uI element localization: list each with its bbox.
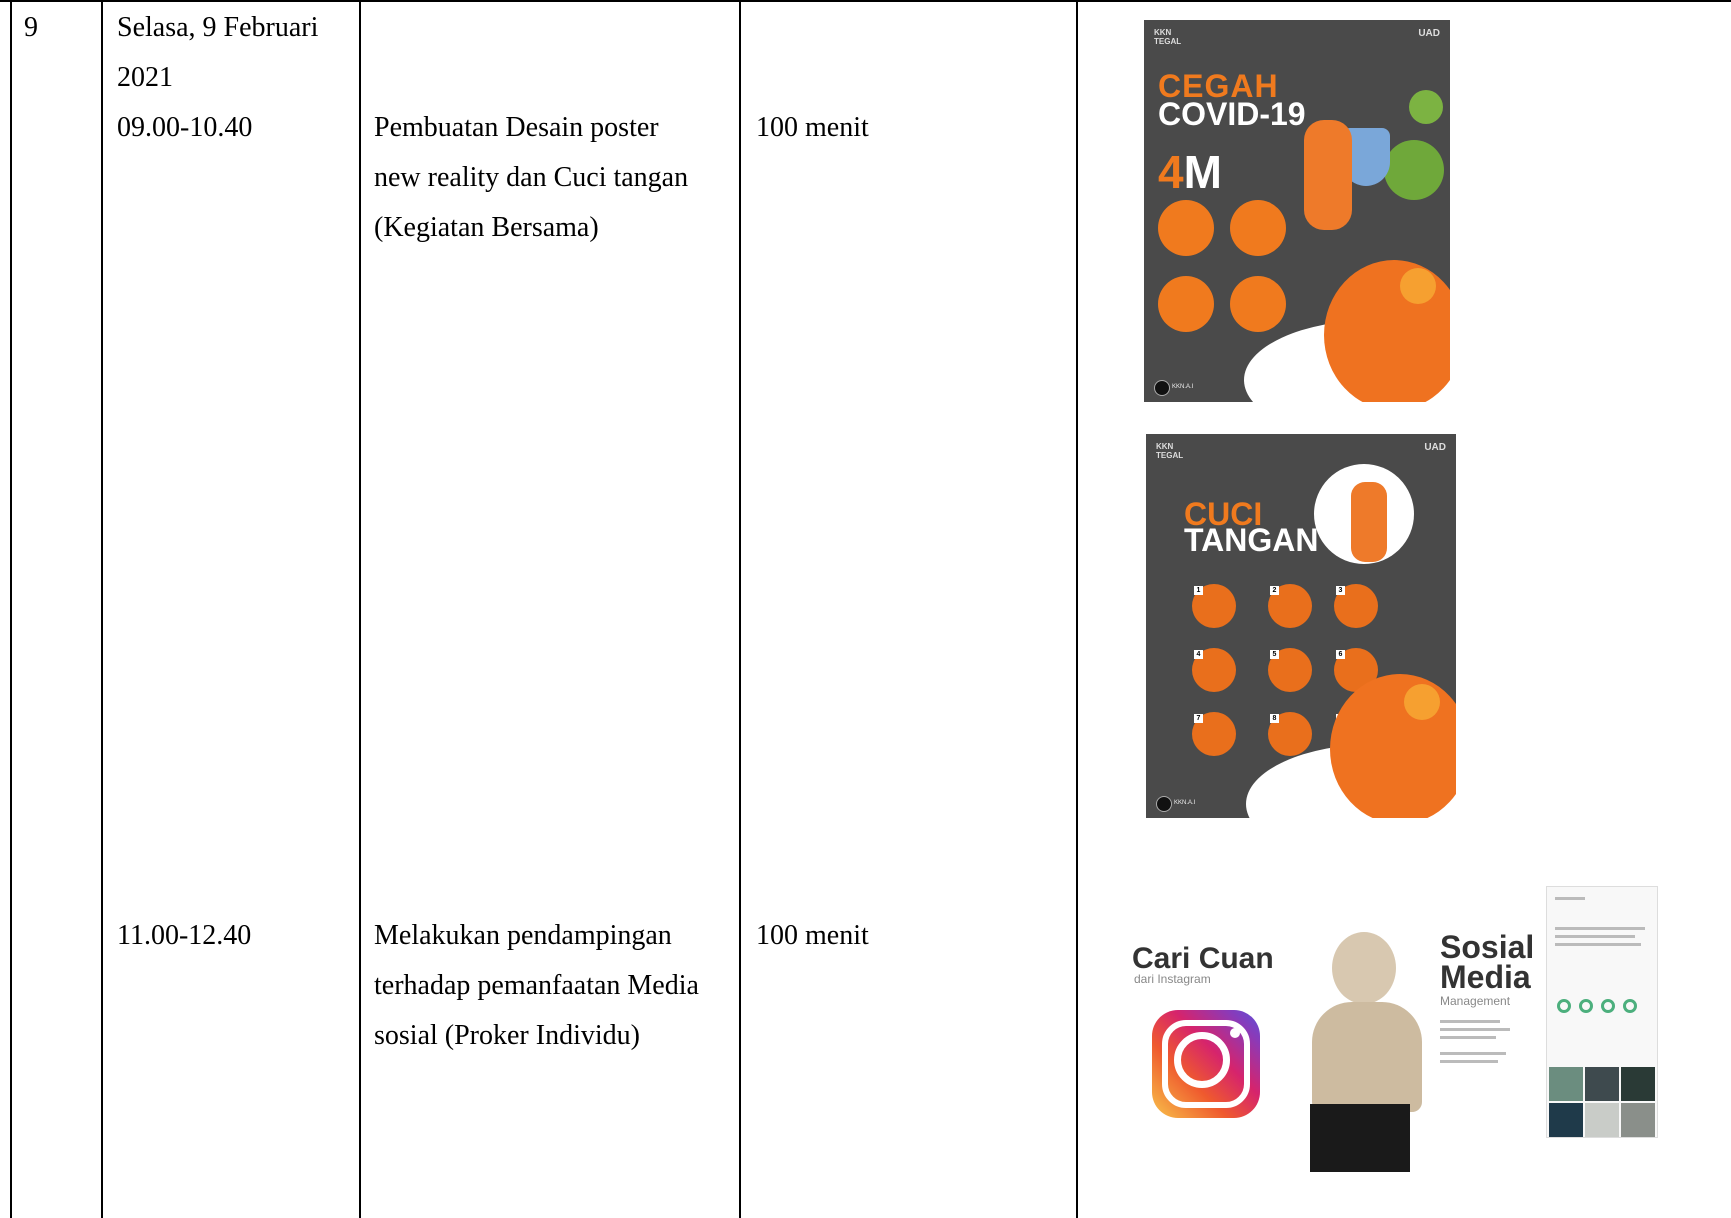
- row-number: 9: [24, 12, 38, 43]
- person-washing-illustration: [1351, 482, 1387, 562]
- phone-text-line: [1555, 935, 1635, 938]
- table-border-col3: [359, 0, 361, 1218]
- session2-time: 11.00-12.40: [117, 920, 252, 951]
- instagram-logo-icon: [1152, 1010, 1260, 1118]
- avoid-crowd-icon: [1230, 276, 1286, 332]
- phone-text-line: [1555, 943, 1641, 946]
- person-skirt: [1310, 1104, 1410, 1172]
- session1-activity-line3: (Kegiatan Bersama): [374, 212, 599, 243]
- poster2-uad: UAD: [1424, 442, 1446, 453]
- story-highlight-icon: [1623, 999, 1637, 1013]
- feed-tile: [1585, 1103, 1619, 1137]
- person-illustration: [1304, 120, 1352, 230]
- kkn-logo-icon: [1156, 796, 1172, 812]
- story-highlight-icon: [1579, 999, 1593, 1013]
- feed-tile: [1621, 1103, 1655, 1137]
- phone-text-line: [1555, 927, 1645, 930]
- session1-activity-line1: Pembuatan Desain poster: [374, 112, 659, 143]
- session2-activity-line3: sosial (Proker Individu): [374, 1020, 640, 1051]
- poster3-title2-line1: Sosial: [1440, 929, 1535, 965]
- session1-duration: 100 menit: [756, 112, 869, 143]
- table-border-col4: [739, 0, 741, 1218]
- person-head: [1332, 932, 1396, 1004]
- poster3-title2-line2: Media: [1440, 959, 1531, 995]
- mask-icon: [1158, 200, 1214, 256]
- feed-tile: [1621, 1067, 1655, 1101]
- step-1-icon: 1: [1192, 584, 1236, 628]
- step-3-icon: 3: [1334, 584, 1378, 628]
- kkn-logo-icon: [1154, 380, 1170, 396]
- poster1-title-line2: COVID-19: [1158, 96, 1306, 132]
- poster-cuci-tangan: KKN TEGAL UAD CUCI TANGAN 1 2 3 4 5 6 7 …: [1146, 434, 1456, 818]
- text-placeholder: [1440, 1052, 1506, 1055]
- table-border-col2: [101, 0, 103, 1218]
- feed-tile: [1549, 1067, 1583, 1101]
- poster1-logo-text: KKN.A.I: [1172, 384, 1194, 390]
- session1-time: 09.00-10.40: [117, 112, 253, 143]
- session2-activity-line1: Melakukan pendampingan: [374, 920, 672, 951]
- orange-dot: [1404, 684, 1440, 720]
- virus-illustration: [1384, 140, 1444, 200]
- instagram-lens: [1174, 1032, 1230, 1088]
- session2-duration: 100 menit: [756, 920, 869, 951]
- poster1-uad: UAD: [1418, 28, 1440, 39]
- feed-tile: [1585, 1067, 1619, 1101]
- person-body: [1312, 1002, 1422, 1112]
- poster2-title-line2: TANGAN: [1184, 522, 1319, 558]
- text-placeholder: [1440, 1036, 1496, 1039]
- orange-dot: [1400, 268, 1436, 304]
- text-placeholder: [1440, 1028, 1510, 1031]
- poster3-title2: Sosial Media: [1440, 929, 1535, 995]
- story-highlight-icon: [1601, 999, 1615, 1013]
- step-5-icon: 5: [1268, 648, 1312, 692]
- poster-cegah-covid: KKN TEGAL UAD CEGAH COVID-19 4M KKN.A.I: [1144, 20, 1450, 402]
- step-4-icon: 4: [1192, 648, 1236, 692]
- date-line2: 2021: [117, 62, 173, 93]
- poster3-title2-sub: Management: [1440, 994, 1511, 1008]
- poster1-org: KKN TEGAL: [1154, 28, 1182, 46]
- instagram-flash: [1230, 1028, 1240, 1038]
- step-2-icon: 2: [1268, 584, 1312, 628]
- table-border-left: [10, 0, 12, 1218]
- step-7-icon: 7: [1192, 712, 1236, 756]
- poster3-title1: Cari Cuan: [1132, 942, 1274, 975]
- poster2-logo-text: KKN.A.I: [1174, 800, 1196, 806]
- phone-mockup: [1546, 886, 1658, 1138]
- poster1-4: 4: [1158, 146, 1184, 198]
- poster1-4m: 4M: [1158, 145, 1222, 199]
- session2-activity-line2: terhadap pemanfaatan Media: [374, 970, 699, 1001]
- date-line1: Selasa, 9 Februari: [117, 12, 319, 43]
- poster2-org: KKN TEGAL: [1156, 442, 1184, 460]
- table-border-col5: [1076, 0, 1078, 1218]
- handwash-icon: [1230, 200, 1286, 256]
- poster3-title1-sub: dari Instagram: [1134, 972, 1211, 986]
- text-placeholder: [1440, 1060, 1498, 1063]
- session1-activity-line2: new reality dan Cuci tangan: [374, 162, 689, 193]
- virus-illustration-2: [1409, 90, 1443, 124]
- feed-tile: [1549, 1103, 1583, 1137]
- phone-header-line: [1555, 897, 1585, 900]
- text-placeholder: [1440, 1020, 1500, 1023]
- story-highlight-icon: [1557, 999, 1571, 1013]
- distance-icon: [1158, 276, 1214, 332]
- poster-sosial-media: Cari Cuan dari Instagram Sosial Media Man…: [1122, 882, 1680, 1172]
- poster1-m: M: [1183, 146, 1222, 198]
- step-8-icon: 8: [1268, 712, 1312, 756]
